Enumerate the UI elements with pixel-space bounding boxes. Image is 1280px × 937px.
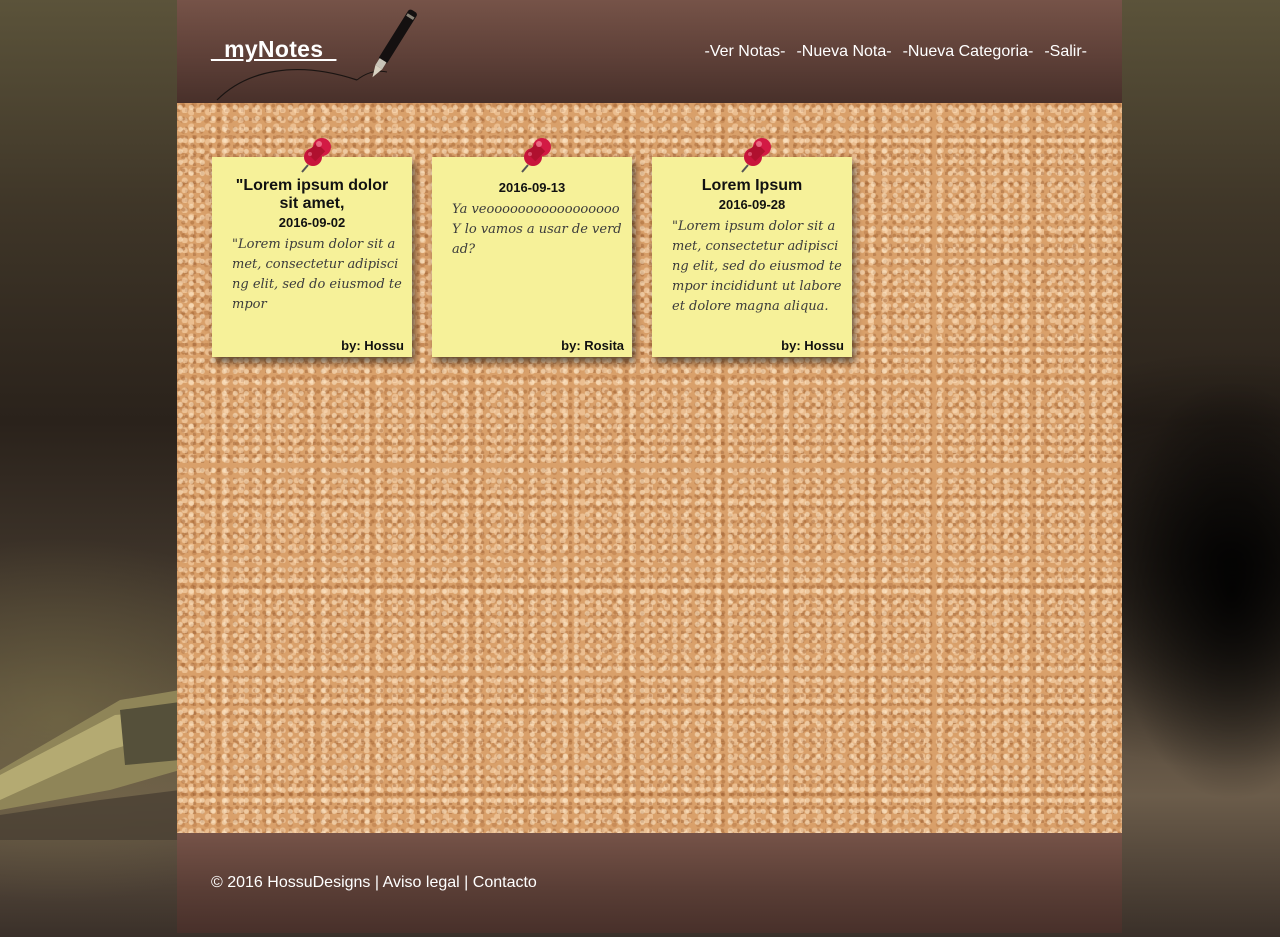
footer-text: © 2016 HossuDesigns | Aviso legal | Cont… <box>211 874 537 892</box>
corkboard: "Lorem ipsum dolor sit amet, 2016-09-02 … <box>177 103 1122 833</box>
copyright: © 2016 HossuDesigns <box>211 874 371 891</box>
note-date: 2016-09-02 <box>278 215 346 230</box>
sticky-note[interactable]: Lorem Ipsum 2016-09-28 "Lorem ipsum dolo… <box>652 138 852 357</box>
pushpin-icon <box>301 138 331 173</box>
sticky-note[interactable]: "Lorem ipsum dolor sit amet, 2016-09-02 … <box>212 138 412 357</box>
nav-ver-notas[interactable]: -Ver Notas- <box>705 43 786 61</box>
background-shadow <box>1122 340 1280 900</box>
background-pen-nib <box>0 690 180 840</box>
nav-nueva-categoria[interactable]: -Nueva Categoria- <box>903 43 1034 61</box>
note-author: by: Hossu <box>341 338 404 353</box>
note-body: "Lorem ipsum dolor sit amet, consectetur… <box>672 219 842 314</box>
sticky-note[interactable]: 2016-09-13 Ya veooooooooooooooooo Y lo v… <box>432 138 632 357</box>
note-date: 2016-09-28 <box>718 197 786 212</box>
note-author: by: Rosita <box>561 338 624 353</box>
pushpin-icon <box>521 138 551 173</box>
footer-separator: | <box>374 874 380 891</box>
note-body: Ya veooooooooooooooooo Y lo vamos a usar… <box>452 202 622 257</box>
pushpin-icon <box>741 138 771 173</box>
note-author: by: Hossu <box>781 338 844 353</box>
header: _myNotes_ -Ver Notas- -Nueva Nota- -Nuev… <box>177 0 1122 103</box>
nav-nueva-nota[interactable]: -Nueva Nota- <box>796 43 891 61</box>
logo[interactable]: _myNotes_ <box>211 36 336 63</box>
main-nav: -Ver Notas- -Nueva Nota- -Nueva Categori… <box>705 43 1087 61</box>
note-body: "Lorem ipsum dolor sit amet, consectetur… <box>232 237 402 312</box>
footer-link-aviso-legal[interactable]: Aviso legal <box>383 874 460 891</box>
note-date: 2016-09-13 <box>498 180 566 195</box>
note-title: Lorem Ipsum <box>701 177 803 194</box>
footer: © 2016 HossuDesigns | Aviso legal | Cont… <box>177 833 1122 933</box>
page-container: _myNotes_ -Ver Notas- -Nueva Nota- -Nuev… <box>177 0 1122 937</box>
footer-separator: | <box>464 874 469 891</box>
footer-link-contacto[interactable]: Contacto <box>473 874 537 891</box>
note-title: "Lorem ipsum dolor sit amet, <box>235 177 389 212</box>
nav-salir[interactable]: -Salir- <box>1044 43 1087 61</box>
